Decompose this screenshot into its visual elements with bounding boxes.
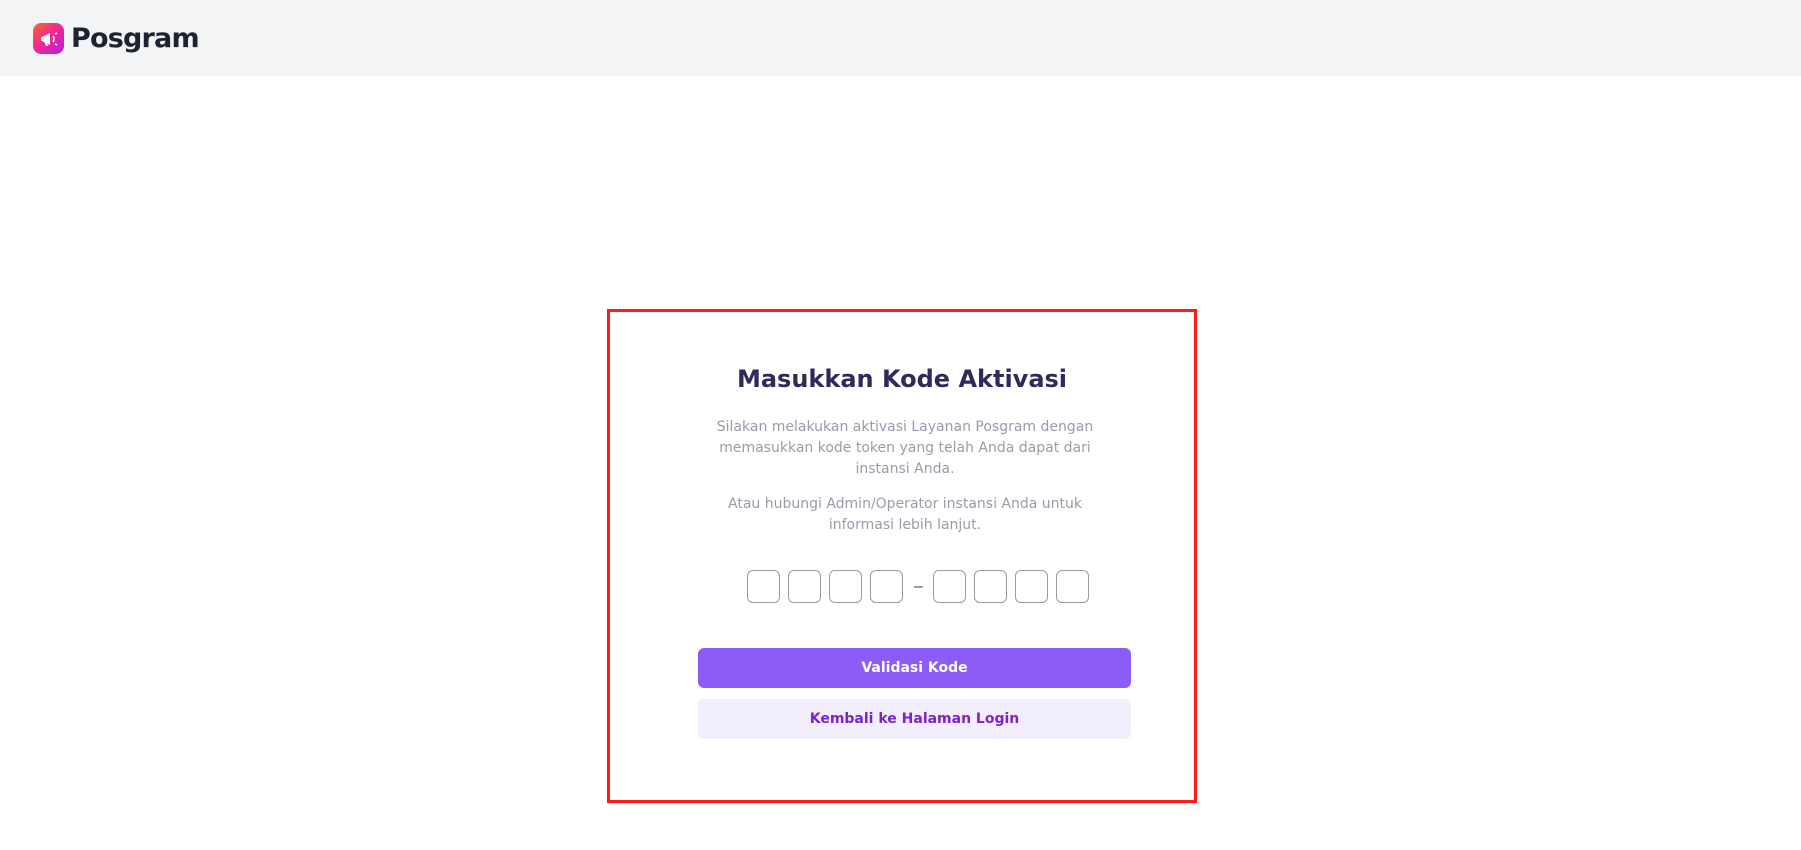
contact-note: Atau hubungi Admin/Operator instansi And… — [728, 496, 1082, 533]
activation-code-input: – — [747, 570, 1089, 603]
top-bar: Posgram — [0, 0, 1801, 76]
code-digit-input-4[interactable] — [870, 570, 903, 603]
activation-card: Masukkan Kode Aktivasi Silakan melakukan… — [607, 309, 1197, 803]
validate-code-button[interactable]: Validasi Kode — [698, 648, 1131, 688]
code-separator: – — [914, 577, 923, 595]
code-digit-input-5[interactable] — [933, 570, 966, 603]
app-name: Posgram — [71, 23, 200, 54]
code-digit-input-2[interactable] — [788, 570, 821, 603]
code-digit-input-1[interactable] — [747, 570, 780, 603]
megaphone-icon — [33, 23, 64, 54]
code-digit-input-3[interactable] — [829, 570, 862, 603]
code-digit-input-8[interactable] — [1056, 570, 1089, 603]
brand[interactable]: Posgram — [33, 23, 200, 54]
code-digit-input-7[interactable] — [1015, 570, 1048, 603]
activation-description: Silakan melakukan aktivasi Layanan Posgr… — [716, 419, 1094, 477]
page-title: Masukkan Kode Aktivasi — [736, 365, 1068, 393]
back-to-login-button[interactable]: Kembali ke Halaman Login — [698, 699, 1131, 739]
code-digit-input-6[interactable] — [974, 570, 1007, 603]
